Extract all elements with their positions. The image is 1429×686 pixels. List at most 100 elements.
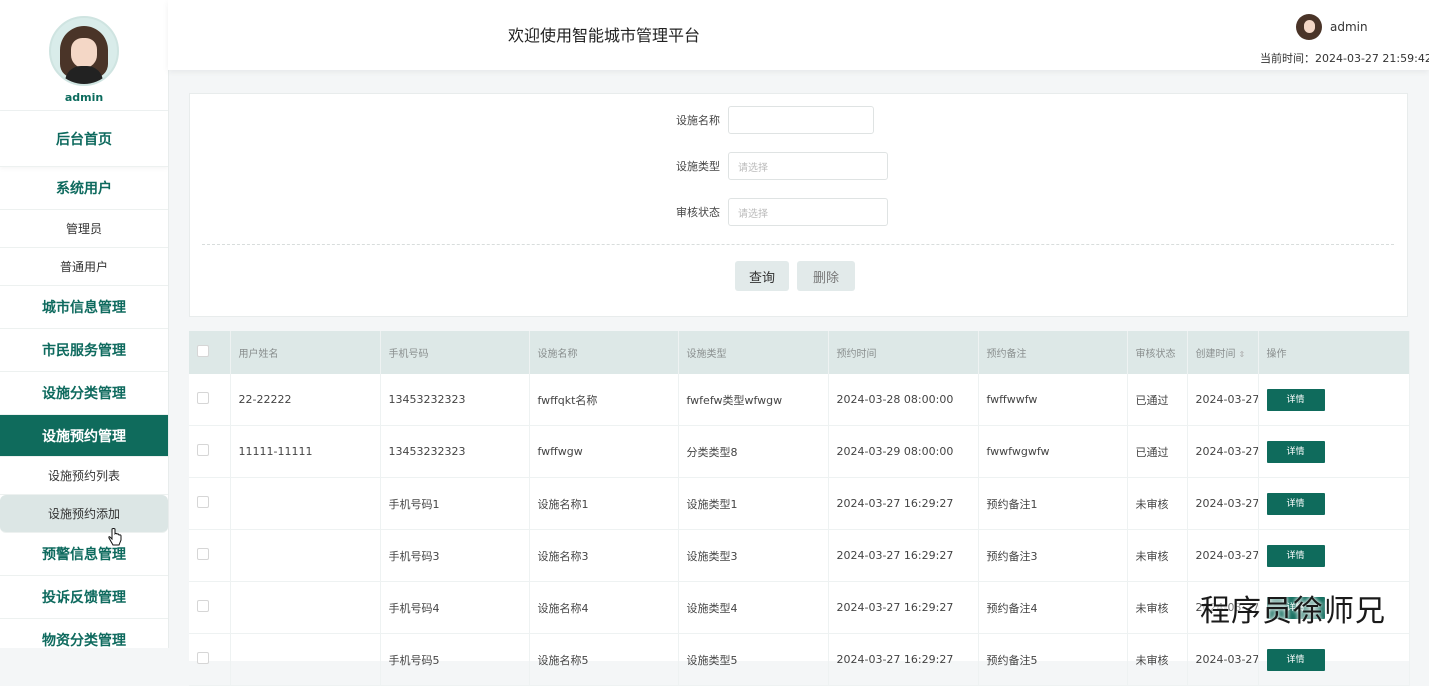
table-cell: 手机号码5 [380, 633, 530, 686]
facility-name-input[interactable] [728, 106, 874, 134]
table-cell: 2024-03-27 1 [1187, 425, 1259, 478]
sidebar-item-booking-add[interactable]: 设施预约添加 [0, 495, 168, 533]
action-cell: 详情 [1258, 374, 1410, 426]
table-cell: 手机号码1 [380, 477, 530, 530]
row-checkbox[interactable] [197, 392, 209, 404]
table-row: 手机号码3 设施名称3 设施类型3 2024-03-27 16:29:27 预约备注3 未… [189, 529, 1410, 582]
column-header: 设施类型 [678, 331, 829, 374]
sort-icon[interactable]: ⇕ [1239, 350, 1246, 359]
detail-button[interactable]: 详情 [1266, 440, 1325, 463]
table-cell [230, 633, 381, 686]
sidebar-item-citizen-service[interactable]: 市民服务管理 [0, 329, 168, 372]
table-cell: 2024-03-27 1 [1187, 633, 1259, 686]
sidebar-item-facility-booking[interactable]: 设施预约管理 [0, 415, 168, 457]
table-cell: 未审核 [1127, 529, 1188, 582]
table-cell: 2024-03-27 1 [1187, 477, 1259, 530]
table-cell: 设施名称4 [529, 581, 679, 634]
detail-button[interactable]: 详情 [1266, 544, 1325, 567]
row-checkbox[interactable] [197, 548, 209, 560]
table-cell: fwffwgw [529, 425, 679, 478]
table-row: 11111-11111 13453232323 fwffwgw 分类类型8 2024-0… [189, 425, 1410, 478]
table-cell: 2024-03-27 16:29:27 [828, 477, 979, 530]
review-status-label: 审核状态 [676, 206, 720, 219]
sidebar-item-booking-list[interactable]: 设施预约列表 [0, 457, 168, 495]
action-cell: 详情 [1258, 477, 1410, 530]
column-header-label: 创建时间 [1195, 349, 1236, 360]
table-cell: 未审核 [1127, 477, 1188, 530]
table-cell: fwfefw类型wfwgw [678, 374, 829, 426]
avatar[interactable] [1296, 14, 1322, 40]
column-header: 预约备注 [978, 331, 1128, 374]
table-cell: 设施类型1 [678, 477, 829, 530]
facility-name-row: 设施名称 [676, 106, 874, 134]
table-cell [230, 581, 381, 634]
table-cell [230, 477, 381, 530]
table-cell: 预约备注5 [978, 633, 1128, 686]
table-cell: 未审核 [1127, 633, 1188, 686]
table-cell: 预约备注3 [978, 529, 1128, 582]
table-cell: fwffqkt名称 [529, 374, 679, 426]
table-cell: 设施类型3 [678, 529, 829, 582]
detail-button[interactable]: 详情 [1266, 388, 1325, 411]
table-cell: 未审核 [1127, 581, 1188, 634]
sidebar-item-warning-info[interactable]: 预警信息管理 [0, 533, 168, 576]
table-cell: 预约备注1 [978, 477, 1128, 530]
sidebar-user-name: admin [64, 91, 104, 104]
page-title: 欢迎使用智能城市管理平台 [508, 26, 701, 45]
header-user[interactable]: admin [1296, 14, 1368, 40]
table-cell [230, 529, 381, 582]
table-cell: 设施类型5 [678, 633, 829, 686]
select-all-checkbox[interactable] [197, 345, 209, 357]
table-cell: 2024-03-27 16:29:27 [828, 581, 979, 634]
detail-button[interactable]: 详情 [1266, 648, 1325, 671]
table-cell: 11111-11111 [230, 425, 381, 478]
column-header: 用户姓名 [230, 331, 381, 374]
review-status-select[interactable]: 请选择 [728, 198, 888, 226]
table-cell: fwffwwfw [978, 374, 1128, 426]
table-cell: 2024-03-27 16:29:27 [828, 529, 979, 582]
table-row: 22-22222 13453232323 fwffqkt名称 fwfefw类型wfwg… [189, 374, 1410, 426]
hand-cursor-icon [108, 528, 122, 546]
sidebar-item-complaint-feedback[interactable]: 投诉反馈管理 [0, 576, 168, 619]
facility-type-row: 设施类型 请选择 [676, 152, 888, 180]
avatar[interactable] [49, 16, 119, 86]
header-user-name: admin [1330, 20, 1368, 34]
table-cell: 2024-03-28 08:00:00 [828, 374, 979, 426]
review-status-row: 审核状态 请选择 [676, 198, 888, 226]
table-cell: 设施名称1 [529, 477, 679, 530]
divider [202, 244, 1394, 245]
table-cell: fwwfwgwfw [978, 425, 1128, 478]
table-cell: 2024-03-29 08:00:00 [828, 425, 979, 478]
column-header: 操作 [1258, 331, 1410, 374]
table-cell: 13453232323 [380, 374, 530, 426]
table-cell: 手机号码3 [380, 529, 530, 582]
sidebar-item-facility-category[interactable]: 设施分类管理 [0, 372, 168, 415]
table-cell: 设施类型4 [678, 581, 829, 634]
sidebar-item-admins[interactable]: 管理员 [0, 210, 168, 248]
facility-type-select[interactable]: 请选择 [728, 152, 888, 180]
sidebar-item-material-category[interactable]: 物资分类管理 [0, 619, 168, 648]
query-button[interactable]: 查询 [735, 261, 789, 291]
row-checkbox[interactable] [197, 600, 209, 612]
row-checkbox[interactable] [197, 496, 209, 508]
table-cell: 预约备注4 [978, 581, 1128, 634]
row-checkbox[interactable] [197, 652, 209, 664]
column-header-sortable[interactable]: 创建时间 ⇕ [1187, 331, 1259, 374]
row-checkbox[interactable] [197, 444, 209, 456]
table-cell: 2024-03-27 2 [1187, 374, 1259, 426]
sidebar-item-city-info[interactable]: 城市信息管理 [0, 286, 168, 329]
table-cell: 设施名称3 [529, 529, 679, 582]
detail-button[interactable]: 详情 [1266, 492, 1325, 515]
column-header: 审核状态 [1127, 331, 1188, 374]
sidebar-item-normal-users[interactable]: 普通用户 [0, 248, 168, 286]
sidebar-item-home[interactable]: 后台首页 [0, 111, 168, 167]
delete-button[interactable]: 删除 [797, 261, 855, 291]
facility-type-label: 设施类型 [676, 160, 720, 173]
table-cell: 手机号码4 [380, 581, 530, 634]
table-cell: 22-22222 [230, 374, 381, 426]
column-header: 手机号码 [380, 331, 530, 374]
search-form: 设施名称 设施类型 请选择 审核状态 请选择 查询 删除 [189, 93, 1408, 317]
sidebar-item-system-users[interactable]: 系统用户 [0, 167, 168, 210]
watermark: 程序员徐师兄 [1200, 594, 1386, 629]
table-row: 手机号码5 设施名称5 设施类型5 2024-03-27 16:29:27 预约备注5 未… [189, 633, 1410, 686]
